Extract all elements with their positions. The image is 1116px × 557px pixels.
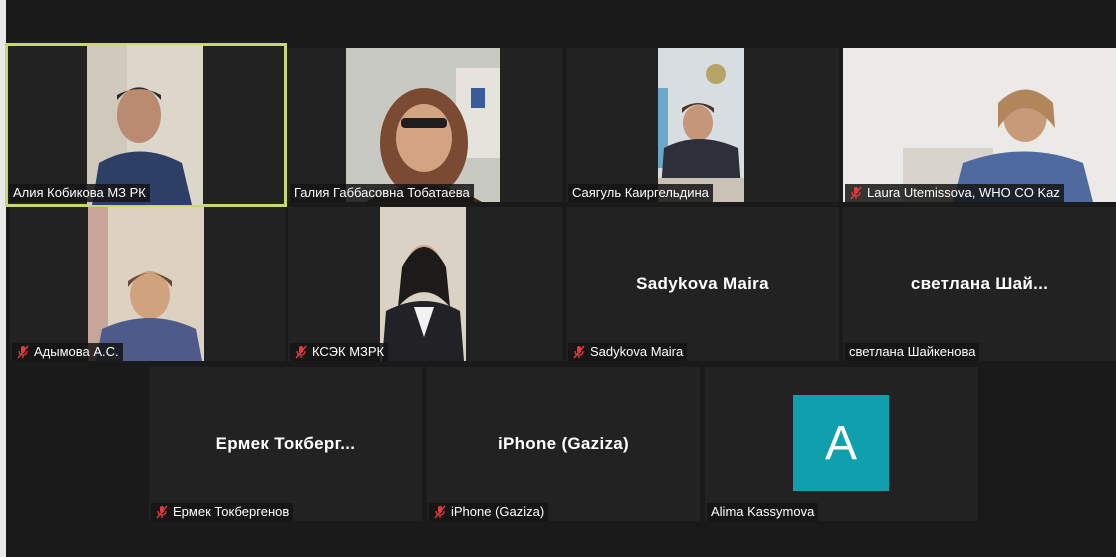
participant-name: iPhone (Gaziza) [451, 504, 545, 519]
participant-tile-8[interactable]: светлана Шай... светлана Шайкенова [843, 207, 1116, 361]
participant-tile-6[interactable]: КСЭК МЗРК [288, 207, 563, 361]
participant-tile-1[interactable]: Алия Кобикова МЗ РК [5, 43, 287, 207]
participant-tile-10[interactable]: iPhone (Gaziza) iPhone (Gaziza) [427, 367, 700, 521]
participant-name-tag: iPhone (Gaziza) [429, 503, 549, 521]
participant-name: Адымова А.С. [34, 344, 119, 359]
mic-off-icon [295, 345, 307, 359]
person-silhouette [658, 48, 744, 202]
participant-name: Laura Utemissova, WHO CO Kaz [867, 185, 1060, 200]
participant-tile-2[interactable]: Галия Габбасовна Тобатаева [288, 48, 563, 202]
participant-name-tag: Ермек Токбергенов [151, 503, 294, 521]
participant-name-tag: светлана Шайкенова [845, 343, 980, 361]
participant-name-tag: Laura Utemissova, WHO CO Kaz [845, 184, 1064, 202]
participant-name: Ермек Токбергенов [173, 504, 290, 519]
participant-display-name: светлана Шай... [910, 274, 1049, 293]
participant-name: КСЭК МЗРК [312, 344, 385, 359]
participant-name-tag: Alima Kassymova [707, 503, 819, 521]
participant-name-tag: КСЭК МЗРК [290, 343, 389, 361]
participant-name-tag: Саягуль Каиргельдина [568, 184, 713, 202]
participant-name-tag: Алия Кобикова МЗ РК [9, 184, 150, 202]
mic-off-icon [850, 186, 862, 200]
person-silhouette [87, 45, 203, 205]
participant-name: Саягуль Каиргельдина [572, 185, 709, 200]
participant-name-tag: Адымова А.С. [12, 343, 123, 361]
participant-tile-11[interactable]: A Alima Kassymova [705, 367, 978, 521]
person-silhouette [88, 207, 204, 361]
avatar: A [793, 395, 889, 491]
participant-video [87, 45, 203, 205]
participant-display-name: Sadykova Maira [636, 274, 769, 293]
participant-video [380, 207, 466, 361]
participant-video [88, 207, 204, 361]
window-edge [0, 0, 6, 557]
participant-video [843, 48, 1116, 202]
participant-tile-7[interactable]: Sadykova Maira Sadykova Maira [566, 207, 839, 361]
participant-name: светлана Шайкенова [849, 344, 976, 359]
participant-tile-4[interactable]: Laura Utemissova, WHO CO Kaz [843, 48, 1116, 202]
mic-off-icon [434, 505, 446, 519]
avatar-letter: A [824, 416, 857, 470]
participant-video [346, 48, 500, 202]
participant-name: Sadykova Maira [590, 344, 684, 359]
participant-display-name: iPhone (Gaziza) [497, 434, 630, 453]
person-silhouette [843, 48, 1116, 202]
person-silhouette [346, 48, 500, 202]
participant-video [658, 48, 744, 202]
mic-off-icon [156, 505, 168, 519]
mic-off-icon [573, 345, 585, 359]
participant-name: Алия Кобикова МЗ РК [13, 185, 146, 200]
participant-display-name: Ермек Токберг... [215, 434, 356, 453]
participant-name-tag: Галия Габбасовна Тобатаева [290, 184, 474, 202]
participant-name: Alima Kassymova [711, 504, 815, 519]
mic-off-icon [17, 345, 29, 359]
participant-name-tag: Sadykova Maira [568, 343, 688, 361]
person-silhouette [380, 207, 466, 361]
participant-tile-5[interactable]: Адымова А.С. [10, 207, 285, 361]
participant-tile-3[interactable]: Саягуль Каиргельдина [566, 48, 839, 202]
participant-name: Галия Габбасовна Тобатаева [294, 185, 470, 200]
participant-tile-9[interactable]: Ермек Токберг... Ермек Токбергенов [149, 367, 422, 521]
